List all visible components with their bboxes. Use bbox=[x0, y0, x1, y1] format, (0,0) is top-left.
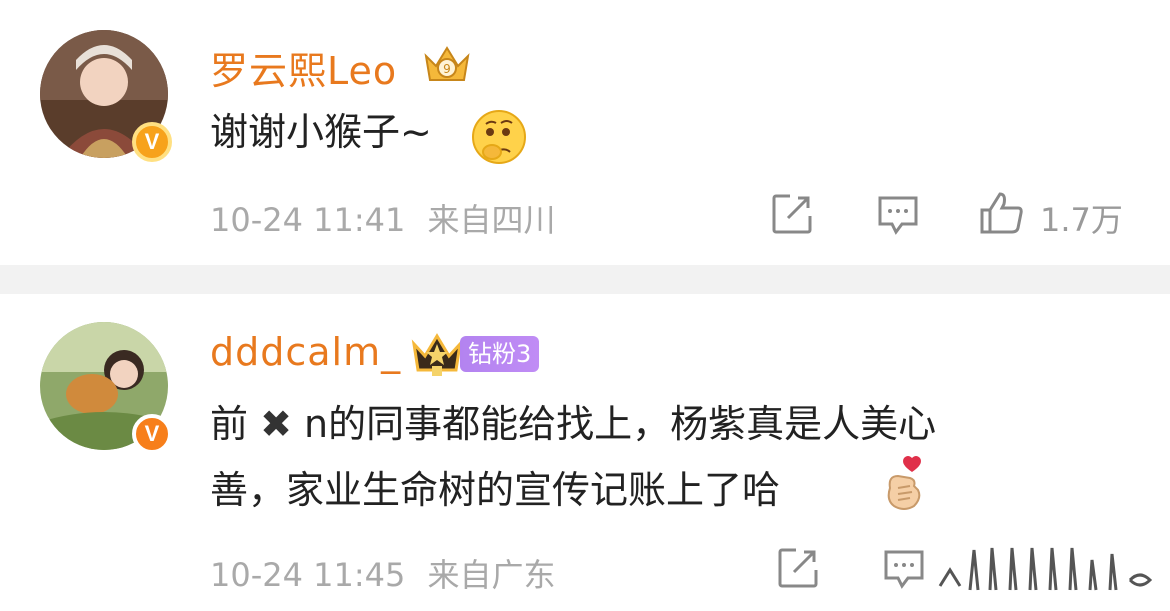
comment-item: V 罗云熙Leo 9 谢谢小猴子~ 10-24 11:41 来自四川 1.7万 bbox=[0, 0, 1170, 265]
like-icon[interactable] bbox=[978, 190, 1026, 240]
comment-text-part: n的同事都能给找上，杨紫真是人美心 bbox=[304, 402, 937, 446]
comment-text: 谢谢小猴子~ bbox=[210, 100, 432, 164]
share-icon[interactable] bbox=[770, 192, 814, 240]
comment-text-line: 善，家业生命树的宣传记账上了哈 bbox=[210, 458, 780, 522]
comment-time: 10-24 11:41 bbox=[210, 201, 406, 239]
fan-badge: 钻粉3 bbox=[460, 336, 540, 372]
username[interactable]: dddcalm_ bbox=[210, 330, 401, 374]
watermark-signature bbox=[930, 540, 1160, 604]
comment-item: V dddcalm_ 钻粉3 前 ✖ n的同事都能给找上，杨紫真是人美心 善，家… bbox=[0, 294, 1170, 611]
comment-location: 来自四川 bbox=[427, 201, 556, 239]
comment-divider bbox=[0, 265, 1170, 294]
finger-heart-emoji bbox=[880, 454, 928, 518]
svg-text:9: 9 bbox=[443, 62, 451, 76]
share-icon[interactable] bbox=[776, 546, 820, 594]
crown-icon: 9 bbox=[420, 42, 474, 90]
comment-meta: 10-24 11:41 来自四川 bbox=[210, 195, 556, 241]
comment-location: 来自广东 bbox=[427, 556, 556, 594]
comment-text-content: 谢谢小猴子~ bbox=[210, 110, 432, 154]
crown-icon bbox=[410, 330, 464, 382]
comment-text-part: 善，家业生命树的宣传记账上了哈 bbox=[210, 468, 781, 512]
comment-time: 10-24 11:45 bbox=[210, 556, 406, 594]
avatar[interactable]: V bbox=[40, 322, 172, 454]
comment-text-line: 前 ✖ n的同事都能给找上，杨紫真是人美心 bbox=[210, 392, 936, 456]
thinking-face-emoji bbox=[470, 108, 528, 170]
verified-icon: V bbox=[132, 122, 172, 162]
like-count: 1.7万 bbox=[1040, 201, 1123, 239]
comment-meta: 10-24 11:45 来自广东 bbox=[210, 550, 556, 596]
verified-icon: V bbox=[132, 414, 172, 454]
cross-mark-icon: ✖ bbox=[260, 402, 292, 446]
comment-text-part: 前 bbox=[210, 402, 249, 446]
comment-icon[interactable] bbox=[882, 546, 926, 594]
comment-icon[interactable] bbox=[876, 192, 920, 240]
avatar[interactable]: V bbox=[40, 30, 172, 162]
username[interactable]: 罗云熙Leo bbox=[210, 40, 397, 95]
